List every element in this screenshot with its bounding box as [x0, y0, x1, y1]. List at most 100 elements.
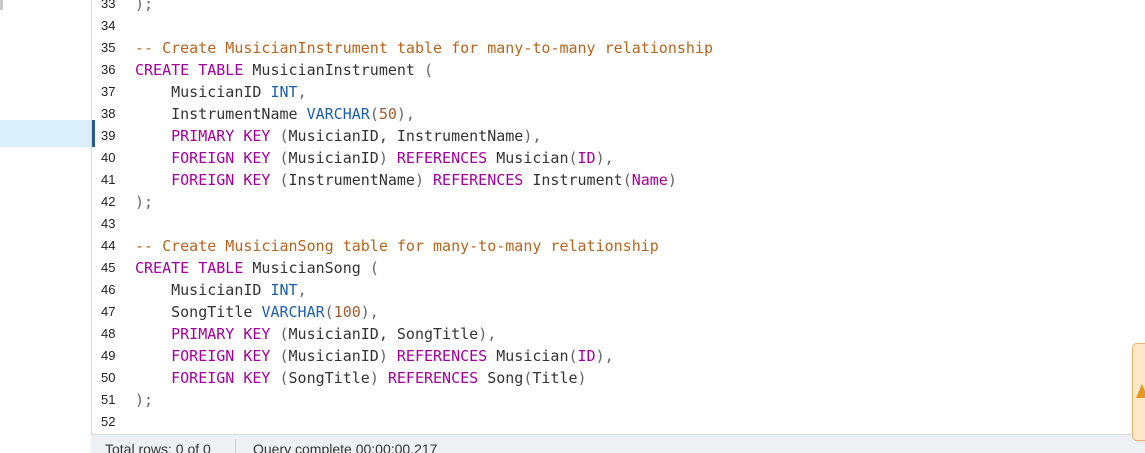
line-number: 41	[101, 172, 116, 187]
code-text: InstrumentName VARCHAR(50),	[135, 103, 415, 125]
code-token: MusicianID, InstrumentName	[288, 127, 524, 145]
code-token: PRIMARY KEY	[171, 127, 271, 145]
status-bar: Total rows: 0 of 0 Query complete 00:00:…	[91, 434, 1145, 453]
code-line[interactable]: 45 CREATE TABLE MusicianSong (	[92, 257, 1145, 279]
code-line[interactable]: 41 FOREIGN KEY (InstrumentName) REFERENC…	[92, 169, 1145, 191]
code-text: PRIMARY KEY (MusicianID, InstrumentName)…	[135, 125, 541, 147]
code-token: )	[369, 369, 379, 387]
selected-tree-item[interactable]	[0, 120, 91, 147]
line-number: 36	[101, 62, 116, 77]
line-number: 34	[101, 18, 116, 33]
code-token: (	[279, 171, 289, 189]
total-rows-status: Total rows: 0 of 0	[105, 441, 211, 453]
code-token: (	[568, 149, 578, 167]
code-token: INT	[270, 83, 298, 101]
panel-edge	[0, 0, 3, 10]
code-token: (	[424, 61, 434, 79]
code-line[interactable]: 49 FOREIGN KEY (MusicianID) REFERENCES M…	[92, 345, 1145, 367]
code-token: REFERENCES	[396, 347, 488, 365]
code-line[interactable]: 40 FOREIGN KEY (MusicianID) REFERENCES M…	[92, 147, 1145, 169]
code-token: (	[279, 369, 289, 387]
line-number: 47	[101, 304, 116, 319]
code-token: ),	[478, 325, 497, 343]
code-line[interactable]: 46 MusicianID INT,	[92, 279, 1145, 301]
code-token: -- Create MusicianSong table for many-to…	[135, 237, 659, 255]
code-line[interactable]: 48 PRIMARY KEY (MusicianID, SongTitle),	[92, 323, 1145, 345]
code-line[interactable]: 38 InstrumentName VARCHAR(50),	[92, 103, 1145, 125]
code-line[interactable]: 51);	[92, 389, 1145, 411]
code-text: );	[135, 0, 153, 15]
code-line[interactable]: 44 -- Create MusicianSong table for many-…	[92, 235, 1145, 257]
code-text: );	[135, 191, 153, 213]
code-line[interactable]: 34	[92, 15, 1145, 37]
code-token: VARCHAR	[261, 303, 325, 321]
code-line[interactable]: 43	[92, 213, 1145, 235]
code-token: Musician	[487, 149, 569, 167]
code-token: ),	[595, 149, 614, 167]
code-token: ,	[297, 281, 307, 299]
code-line[interactable]: 47 SongTitle VARCHAR(100),	[92, 301, 1145, 323]
code-token: MusicianID	[135, 281, 271, 299]
code-token: -- Create MusicianInstrument table for m…	[135, 39, 713, 57]
notification-toast[interactable]	[1132, 343, 1145, 441]
code-text: PRIMARY KEY (MusicianID, SongTitle),	[135, 323, 496, 345]
query-editor[interactable]: 33); 34 35 -- Create MusicianInstrument tab…	[91, 0, 1145, 434]
browser-panel	[0, 0, 91, 452]
code-token: FOREIGN KEY	[171, 369, 271, 387]
code-token: MusicianID	[288, 347, 379, 365]
code-text: MusicianID INT,	[135, 81, 307, 103]
code-line[interactable]: 36 CREATE TABLE MusicianInstrument (	[92, 59, 1145, 81]
code-text: -- Create MusicianInstrument table for m…	[135, 37, 713, 59]
code-line[interactable]: 50 FOREIGN KEY (SongTitle) REFERENCES So…	[92, 367, 1145, 389]
line-number: 48	[101, 326, 116, 341]
code-token: ID	[577, 149, 596, 167]
code-token: ,	[297, 83, 307, 101]
code-line[interactable]: 33);	[92, 0, 1145, 15]
code-line[interactable]: 39 PRIMARY KEY (MusicianID, InstrumentNa…	[92, 125, 1145, 147]
line-number: 37	[101, 84, 116, 99]
code-token: ID	[577, 347, 596, 365]
line-number: 44	[101, 238, 116, 253]
code-token: Song	[478, 369, 524, 387]
code-token: PRIMARY KEY	[171, 325, 271, 343]
code-token: )	[667, 171, 677, 189]
line-number: 46	[101, 282, 116, 297]
code-token: InstrumentName	[288, 171, 415, 189]
code-token: REFERENCES	[387, 369, 479, 387]
code-text: FOREIGN KEY (MusicianID) REFERENCES Musi…	[135, 147, 614, 169]
code-token: InstrumentName	[135, 105, 307, 123]
code-line[interactable]: 35 -- Create MusicianInstrument table for…	[92, 37, 1145, 59]
code-token: ),	[595, 347, 614, 365]
code-token: (	[568, 347, 578, 365]
code-token: 100	[333, 303, 361, 321]
warning-triangle-icon	[1136, 384, 1145, 398]
code-text: FOREIGN KEY (MusicianID) REFERENCES Musi…	[135, 345, 614, 367]
line-number: 40	[101, 150, 116, 165]
code-line[interactable]: 52	[92, 411, 1145, 433]
code-text: MusicianID INT,	[135, 279, 307, 301]
line-number: 38	[101, 106, 116, 121]
code-token: (	[369, 105, 379, 123]
code-token: SongTitle	[135, 303, 262, 321]
code-token: FOREIGN KEY	[171, 171, 271, 189]
code-line[interactable]: 42);	[92, 191, 1145, 213]
code-token: (	[279, 127, 289, 145]
line-number: 35	[101, 40, 116, 55]
code-token: FOREIGN KEY	[171, 149, 271, 167]
code-token: )	[378, 149, 388, 167]
code-line[interactable]: 37 MusicianID INT,	[92, 81, 1145, 103]
status-separator	[235, 439, 236, 453]
code-text: CREATE TABLE MusicianSong (	[135, 257, 379, 279]
code-token: (	[324, 303, 334, 321]
code-token: INT	[270, 281, 298, 299]
code-text: );	[135, 389, 153, 411]
query-complete-status: Query complete 00:00:00.217	[253, 441, 438, 453]
